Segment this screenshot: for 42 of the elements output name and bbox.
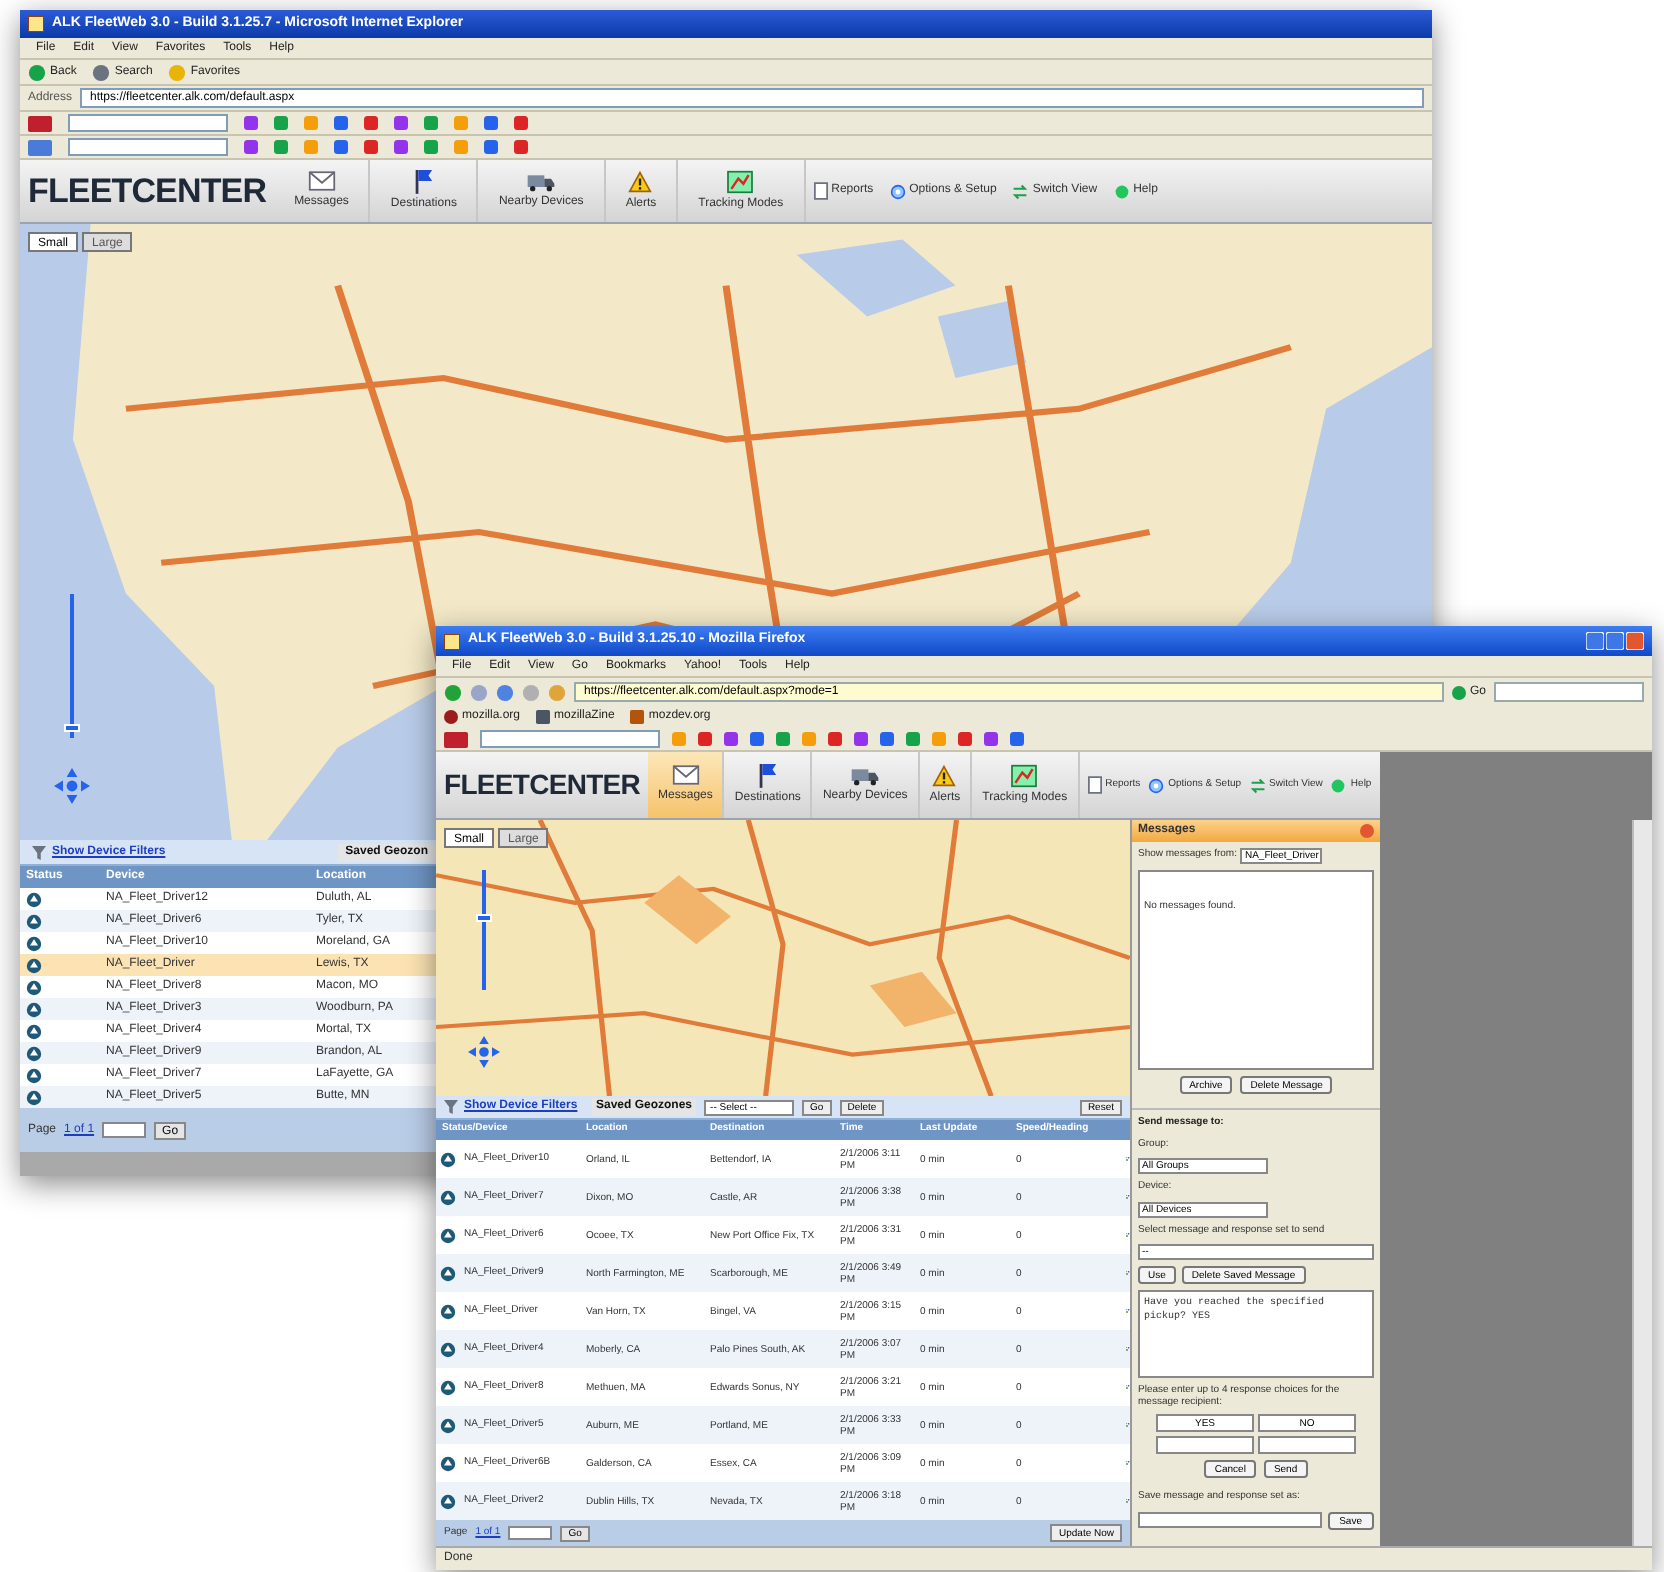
status-icon <box>440 1493 456 1509</box>
status-icon <box>26 1089 42 1105</box>
status-icon <box>440 1265 456 1281</box>
truck-icon <box>526 171 557 191</box>
zoom-thumb[interactable] <box>476 914 492 923</box>
status-icon <box>26 891 42 907</box>
status-icon <box>440 1189 456 1205</box>
save-name-field[interactable] <box>1138 1511 1322 1527</box>
status-icon <box>26 935 42 951</box>
page-field[interactable] <box>508 1526 553 1540</box>
status-icon <box>26 979 42 995</box>
search-field[interactable] <box>68 138 228 156</box>
status-icon <box>26 1001 42 1017</box>
funnel-icon <box>32 845 46 859</box>
search-field[interactable] <box>1494 682 1644 702</box>
status-icon <box>440 1341 456 1357</box>
status-icon <box>440 1417 456 1433</box>
maximize-icon[interactable] <box>1606 632 1624 650</box>
funnel-icon <box>444 1100 458 1114</box>
status-icon <box>26 1023 42 1039</box>
warning-icon <box>628 169 653 193</box>
document-icon <box>813 182 828 200</box>
toolbar-logo-icon <box>28 115 52 131</box>
page-field[interactable] <box>102 1122 147 1138</box>
close-icon[interactable] <box>1626 632 1644 650</box>
flag-icon <box>412 168 435 194</box>
search-field[interactable] <box>68 114 228 132</box>
response-field[interactable] <box>1258 1436 1356 1454</box>
arrows-icon <box>1012 183 1029 199</box>
status-icon <box>26 1067 42 1083</box>
response-field[interactable] <box>1156 1436 1254 1454</box>
minimize-icon[interactable] <box>1586 632 1604 650</box>
scrollbar[interactable] <box>1632 820 1652 1546</box>
pan-control-icon[interactable] <box>468 1036 500 1068</box>
status-icon <box>26 957 42 973</box>
zoom-slider[interactable] <box>476 870 492 990</box>
app-logo: FLEETCENTER <box>26 169 269 214</box>
status-icon <box>26 913 42 929</box>
toolbar-logo-icon <box>28 139 52 155</box>
window-icon <box>28 16 44 32</box>
envelope-icon <box>307 170 336 192</box>
status-icon <box>26 1045 42 1061</box>
